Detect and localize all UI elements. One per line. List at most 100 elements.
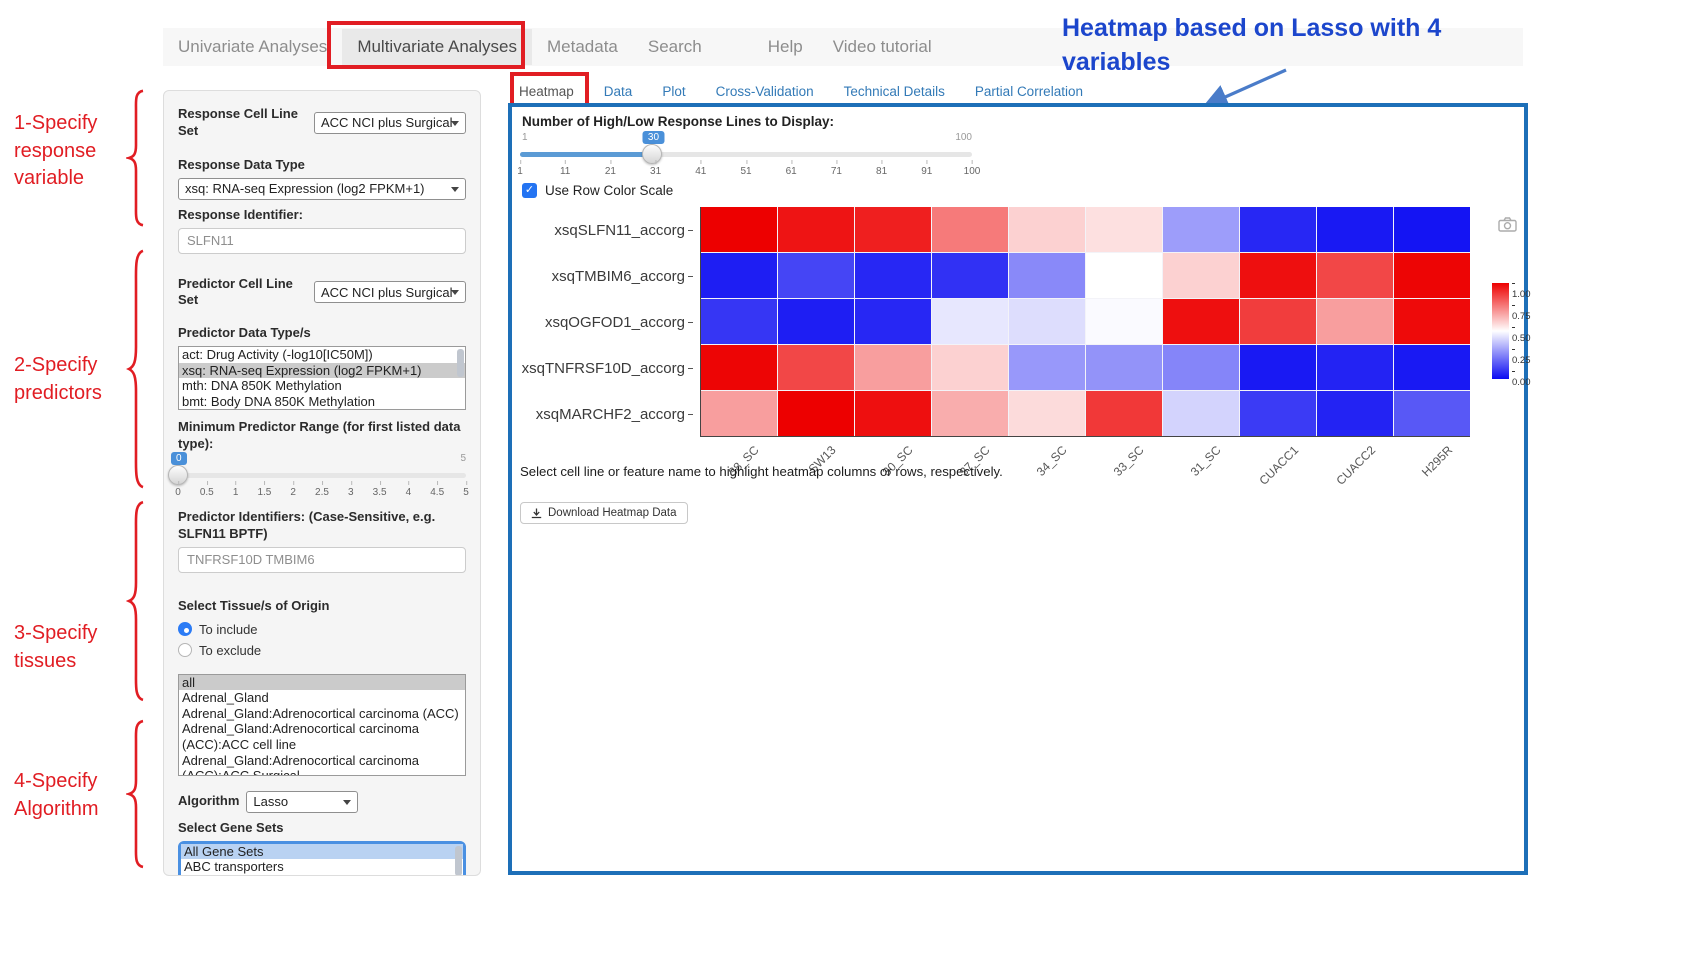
radio-to-include[interactable] — [178, 622, 192, 636]
min-predictor-range-label: Minimum Predictor Range (for first liste… — [178, 419, 466, 453]
predictor-data-type-option[interactable]: bmt: Body DNA 850K Methylation — [179, 394, 465, 410]
heatmap-cell — [701, 391, 777, 436]
scrollbar-thumb[interactable] — [455, 846, 462, 876]
heatmap-cell — [1163, 345, 1239, 390]
nav-item-metadata[interactable]: Metadata — [532, 29, 633, 65]
tissue-option[interactable]: Adrenal_Gland:Adrenocortical carcinoma (… — [179, 753, 465, 776]
response-identifier-input[interactable] — [178, 228, 466, 254]
radio-to-exclude-row[interactable]: To exclude — [178, 640, 466, 661]
tissue-option[interactable]: Adrenal_Gland:Adrenocortical carcinoma (… — [179, 706, 465, 722]
response-data-type-select[interactable]: xsq: RNA-seq Expression (log2 FPKM+1) — [178, 178, 466, 200]
nav-item-univariate[interactable]: Univariate Analyses — [163, 29, 342, 65]
predictor-data-type-option[interactable]: act: Drug Activity (-log10[IC50M]) — [179, 347, 465, 363]
heatmap-cell — [1009, 207, 1085, 252]
slider-track[interactable] — [178, 473, 466, 478]
annotation-step1: 1-Specify response variable — [14, 110, 126, 193]
heatmap-cell — [1086, 299, 1162, 344]
heatmap-row-label[interactable]: xsqOGFOD1_accorg — [512, 299, 693, 345]
tab-plot[interactable]: Plot — [662, 84, 685, 99]
heatmap-cell — [1240, 253, 1316, 298]
heatmap-row-label[interactable]: xsqMARCHF2_accorg — [512, 391, 693, 437]
tissue-list[interactable]: allAdrenal_GlandAdrenal_Gland:Adrenocort… — [178, 674, 466, 776]
nav-item-help[interactable]: Help — [753, 29, 818, 65]
annotation-brace-3 — [126, 498, 146, 704]
predictor-data-type-option[interactable]: mth: DNA 850K Methylation — [179, 378, 465, 394]
heatmap-cell — [855, 345, 931, 390]
nav-item-video-tutorial[interactable]: Video tutorial — [818, 29, 947, 65]
heatmap-cell — [1240, 391, 1316, 436]
row-color-scale-checkbox[interactable]: ✓ — [522, 183, 537, 198]
radio-to-exclude[interactable] — [178, 643, 192, 657]
heatmap-cell — [855, 253, 931, 298]
predictor-cell-line-set-select[interactable]: ACC NCI plus Surgical — [314, 281, 466, 303]
heatmap-cell — [1009, 391, 1085, 436]
heatmap-cell — [1394, 299, 1470, 344]
slider-ticks: 1112131415161718191100 — [520, 160, 972, 178]
tissue-option[interactable]: Adrenal_Gland:Adrenocortical carcinoma (… — [179, 721, 465, 752]
scrollbar-thumb[interactable] — [457, 349, 464, 377]
slider-tick-label: 41 — [695, 166, 706, 177]
tissue-option[interactable]: Adrenal_Gland — [179, 690, 465, 706]
slider-tick-label: 2 — [290, 487, 296, 498]
slider-tick-label: 3 — [348, 487, 354, 498]
heatmap-cell — [855, 299, 931, 344]
heatmap-column-label[interactable]: 33_SC — [1111, 443, 1147, 479]
response-identifier-label: Response Identifier: — [178, 207, 466, 224]
nav-item-search[interactable]: Search — [633, 29, 717, 65]
row-color-scale-control[interactable]: ✓ Use Row Color Scale — [522, 183, 673, 198]
heatmap-cell — [1394, 345, 1470, 390]
slider-value-badge: 0 — [171, 452, 187, 465]
heatmap-row-label[interactable]: xsqTMBIM6_accorg — [512, 253, 693, 299]
radio-to-exclude-label: To exclude — [199, 643, 261, 658]
slider-tick-label: 91 — [921, 166, 932, 177]
slider-tick-label: 71 — [831, 166, 842, 177]
tissue-option[interactable]: all — [179, 675, 465, 691]
camera-icon[interactable] — [1498, 217, 1517, 232]
heatmap-cell — [1086, 253, 1162, 298]
response-lines-slider-label: Number of High/Low Response Lines to Dis… — [522, 114, 834, 129]
slider-tick-label: 4 — [406, 487, 412, 498]
min-predictor-range-slider[interactable]: 5 0 00.511.522.533.544.55 — [178, 457, 466, 503]
download-heatmap-data-button[interactable]: Download Heatmap Data — [520, 502, 688, 524]
slider-tick-label: 100 — [964, 166, 981, 177]
radio-to-include-row[interactable]: To include — [178, 619, 466, 640]
heatmap-column-label[interactable]: H295R — [1419, 443, 1455, 479]
response-lines-slider[interactable]: 1 100 30 1112131415161718191100 — [520, 136, 972, 182]
gene-set-option[interactable]: All Gene Sets — [181, 844, 463, 860]
heatmap-column-label[interactable]: 34_SC — [1034, 443, 1070, 479]
heatmap-cell — [932, 207, 1008, 252]
response-cell-line-set-select[interactable]: ACC NCI plus Surgical — [314, 112, 466, 134]
annotation-redbox-multivariate — [327, 21, 525, 69]
heatmap-row-label[interactable]: xsqSLFN11_accorg — [512, 207, 693, 253]
gene-set-option[interactable]: ABC transporters — [181, 859, 463, 875]
heatmap-column-label[interactable]: 31_SC — [1188, 443, 1224, 479]
tab-technical-details[interactable]: Technical Details — [844, 84, 945, 99]
annotation-redbox-heatmap-tab — [510, 72, 589, 107]
tab-data[interactable]: Data — [604, 84, 633, 99]
gene-set-option[interactable]: Apoptosis — [181, 875, 463, 876]
predictor-data-type-option[interactable]: xsq: RNA-seq Expression (log2 FPKM+1) — [179, 363, 465, 379]
slider-ticks: 00.511.522.533.544.55 — [178, 481, 466, 499]
heatmap-row-label[interactable]: xsqTNFRSF10D_accorg — [512, 345, 693, 391]
tab-cross-validation[interactable]: Cross-Validation — [716, 84, 814, 99]
slider-tick-label: 4.5 — [430, 487, 444, 498]
slider-tick-label: 61 — [786, 166, 797, 177]
heatmap-cell — [701, 299, 777, 344]
heatmap-cell — [1394, 253, 1470, 298]
heatmap-cell — [1163, 391, 1239, 436]
predictor-identifiers-input[interactable] — [178, 547, 466, 573]
colorbar-tick-label: 0.50 — [1512, 322, 1531, 344]
heatmap-cell — [778, 299, 854, 344]
tab-partial-correlation[interactable]: Partial Correlation — [975, 84, 1083, 99]
predictor-data-type-list[interactable]: act: Drug Activity (-log10[IC50M])xsq: R… — [178, 346, 466, 410]
heatmap-column-label[interactable]: CUACC2 — [1333, 443, 1378, 488]
slider-tick-label: 0.5 — [200, 487, 214, 498]
heatmap-cell — [1086, 345, 1162, 390]
heatmap-column-label[interactable]: CUACC1 — [1256, 443, 1301, 488]
slider-tick-label: 2.5 — [315, 487, 329, 498]
algorithm-select[interactable]: Lasso — [246, 791, 358, 813]
colorbar-tick-label: 0.00 — [1512, 366, 1531, 388]
heatmap-cell — [1394, 391, 1470, 436]
slider-fill — [520, 152, 652, 157]
gene-set-list[interactable]: All Gene SetsABC transportersApoptosisCe… — [181, 844, 463, 876]
